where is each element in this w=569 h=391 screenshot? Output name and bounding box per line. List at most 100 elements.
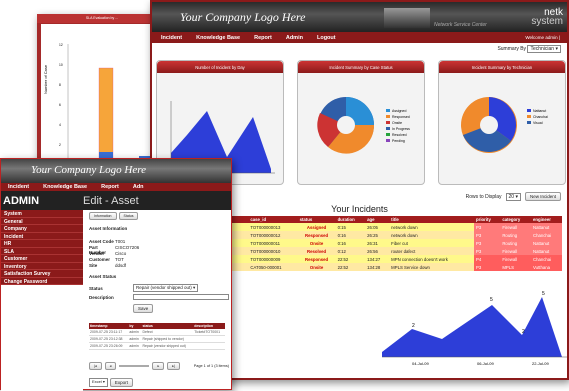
table-cell: Resolved (297, 247, 336, 255)
sidebar-item[interactable]: System (1, 210, 83, 218)
nav-report[interactable]: Report (247, 35, 279, 41)
legend-entry: Nattanut (533, 109, 546, 113)
table-cell: CAT050-000001 (248, 263, 298, 271)
sidebar-item[interactable]: HR (1, 240, 83, 248)
header-banner: Your Company Logo Here Network Service C… (152, 2, 567, 32)
prev-page-button[interactable]: ◂ (104, 362, 117, 370)
table-cell: 2009-07-25 23:12:38 (89, 335, 129, 343)
column-header[interactable]: engineer (530, 216, 562, 223)
description-label: Description (89, 294, 114, 300)
sla-ytick: 4 (59, 123, 61, 127)
server-image (384, 8, 430, 28)
legend-entry: Chanchai (533, 115, 548, 119)
company-logo: Your Company Logo Here (31, 164, 147, 176)
table-cell: Routing (500, 239, 531, 247)
table-cell: P3 (474, 223, 501, 231)
table-cell: Chanchai (530, 255, 562, 263)
sidebar-item[interactable]: Incident (1, 232, 83, 240)
legend-entry: Responsed (392, 115, 410, 119)
brand-logo: netk system (531, 7, 563, 27)
next-page-button[interactable]: ▸ (152, 362, 165, 370)
first-page-button[interactable]: |◂ (89, 362, 102, 370)
last-page-button[interactable]: ▸| (167, 362, 180, 370)
nav-admin[interactable]: Admin (279, 35, 310, 41)
chart-xtick-1: 04-Jul-09 (412, 361, 429, 366)
asset-form: Information Status Asset Information Ass… (89, 212, 229, 387)
asset-nav: Incident Knowledge Base Report Adn (1, 183, 231, 191)
status-pie-chart: Assigned Responsed Onsite In Progress Resolv… (317, 97, 410, 154)
rows-select[interactable]: 20 ▾ (505, 192, 521, 201)
legend-entry: Pending (392, 139, 405, 143)
sla-ylabel: Number of Case (43, 64, 48, 94)
asset-info-heading: Asset Information (89, 226, 128, 231)
column-header[interactable]: duration (335, 216, 366, 223)
table-cell: Routing (500, 231, 531, 239)
table-cell: TOT000000009 (248, 255, 298, 263)
export-format-select[interactable]: Excel ▾ (89, 378, 108, 387)
nav-knowledge-base[interactable]: Knowledge Base (189, 35, 247, 41)
column-header[interactable]: status (297, 216, 336, 223)
column-header[interactable]: title (389, 216, 475, 223)
company-logo: Your Company Logo Here (180, 10, 306, 24)
chart-label-1: 2 (412, 323, 415, 329)
sla-bar-overdue (98, 67, 114, 165)
description-input[interactable] (133, 294, 229, 300)
table-cell: Vutthana (530, 263, 562, 271)
save-button[interactable]: Save (133, 304, 154, 313)
legend-entry: Onsite (392, 121, 402, 125)
table-cell: TOT000000013 (248, 223, 298, 231)
table-cell: admin (128, 342, 142, 350)
sidebar-item[interactable]: Change Password (1, 277, 83, 285)
tab-information[interactable]: Information (89, 212, 117, 220)
tab-status[interactable]: Status (118, 212, 139, 220)
table-row[interactable]: 2009-07-25 23:26:09 admin Repair (vendor s… (89, 342, 225, 350)
admin-sidebar: System General Company Incident HR SLA Custome… (1, 210, 83, 391)
summary-by-select[interactable]: Technician ▾ (527, 45, 561, 53)
table-cell: admin (128, 335, 142, 343)
summary-by-label: Summary By (497, 46, 527, 52)
table-cell: network down (389, 223, 475, 231)
nav-admin[interactable]: Adn (126, 184, 151, 190)
sidebar-item[interactable]: General (1, 217, 83, 225)
column-header[interactable]: case_id (248, 216, 298, 223)
table-cell: P4 (474, 255, 501, 263)
export-button[interactable]: Export (109, 378, 133, 387)
table-cell: Nattanut (530, 247, 562, 255)
chart-label-4: 5 (542, 291, 545, 297)
nav-incident[interactable]: Incident (154, 35, 189, 41)
rows-label: Rows to Display (465, 193, 502, 200)
sidebar-item[interactable]: Inventory (1, 262, 83, 270)
sla-ytick: 10 (59, 63, 63, 67)
table-cell: Onsite (297, 263, 336, 271)
asset-header: Your Company Logo Here (1, 159, 231, 183)
table-cell: Onsite (297, 239, 336, 247)
nav-logout[interactable]: Logout (310, 35, 343, 41)
status-select[interactable]: Repair (vendor shipped out) ▾ (133, 284, 199, 292)
legend-entry: Resolved (392, 133, 407, 137)
sla-ytick: 12 (59, 43, 63, 47)
table-cell: Responsed (297, 231, 336, 239)
pager-slider[interactable] (119, 365, 150, 367)
chart-label-3: 2 (522, 329, 525, 335)
table-cell: P3 (474, 239, 501, 247)
sidebar-item[interactable]: Customer (1, 255, 83, 263)
table-cell: 22:52 (335, 263, 366, 271)
column-header[interactable]: category (500, 216, 531, 223)
legend-entry: Assigned (392, 109, 406, 113)
table-cell (193, 335, 225, 343)
table-row[interactable]: 2009-07-25 23:12:38 admin Repair (shipped … (89, 335, 225, 343)
table-cell: TOT000000010 (248, 247, 298, 255)
new-incident-button[interactable]: New Incident (524, 192, 561, 201)
nav-report[interactable]: Report (94, 184, 126, 190)
sidebar-item[interactable]: SLA (1, 247, 83, 255)
table-cell: TOT000000012 (248, 231, 298, 239)
nav-incident[interactable]: Incident (1, 184, 36, 190)
sidebar-item[interactable]: Company (1, 225, 83, 233)
sla-ytick: 2 (59, 143, 61, 147)
column-header[interactable]: age (365, 216, 390, 223)
nav-knowledge-base[interactable]: Knowledge Base (36, 184, 94, 190)
column-header[interactable]: priority (474, 216, 501, 223)
sidebar-item[interactable]: Satisfaction Survey (1, 270, 83, 278)
table-cell: MPN connection doesn't work (389, 255, 475, 263)
table-cell: MPLS Service down (389, 263, 475, 271)
